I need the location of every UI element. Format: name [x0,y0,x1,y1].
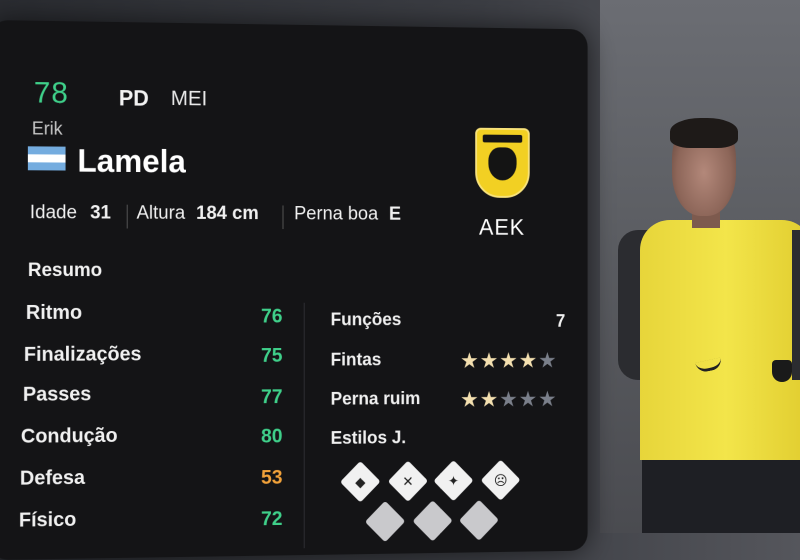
overall-rating: 78 [33,76,69,110]
stat-value: 76 [261,305,283,328]
alternate-position: MEI [170,87,208,111]
stat-label: Físico [18,508,77,532]
playstyle-glyph: ✕ [402,473,414,490]
weak-foot-label: Perna ruim [330,388,421,409]
player-hair [670,118,738,148]
stat-label: Condução [20,424,118,448]
foot-label: Perna boa [294,203,379,225]
age-value: 31 [90,202,111,224]
player-shirt [640,220,800,460]
player-info-panel: 78 PD MEI Erik Lamela Idade 31 Altura 18… [0,20,588,560]
star-filled-icon: ★ [479,387,500,412]
age-info: Idade 31 [30,202,111,224]
kit-brand-icon [695,357,723,374]
star-empty-icon: ★ [538,348,558,373]
column-divider [303,302,305,549]
height-value: 184 cm [196,203,259,225]
playstyles-label: Estilos J. [330,427,407,448]
playstyle-glyph: ☹ [493,472,508,489]
weak-foot-stars: ★★★★★ [460,387,557,413]
star-filled-icon: ★ [518,348,539,373]
nation-flag-icon [27,146,66,171]
foot-value: E [388,204,402,225]
star-filled-icon: ★ [499,348,519,373]
summary-title: Resumo [27,260,103,282]
player-first-name: Erik [31,118,63,139]
functions-value: 7 [555,311,566,331]
playstyle-7-icon[interactable] [458,499,499,541]
player-shorts [642,460,800,533]
stat-value: 77 [261,386,283,409]
stat-value: 53 [261,466,283,489]
playstyle-5-icon[interactable] [364,500,406,543]
eagle-icon [488,147,517,181]
info-divider [126,204,128,229]
stat-label: Defesa [19,467,85,490]
star-empty-icon: ★ [538,386,558,412]
stat-label: Ritmo [25,301,83,324]
player-sleeve [792,230,800,380]
aek-crest-icon [475,127,530,198]
playstyle-1-icon[interactable]: ◆ [340,461,381,503]
playstyle-3-icon[interactable]: ✦ [433,460,474,502]
stat-value: 72 [261,508,283,531]
star-empty-icon: ★ [518,386,539,412]
stat-value: 75 [261,345,283,367]
playstyle-glyph: ✦ [447,472,460,489]
crest-band [482,134,523,143]
star-empty-icon: ★ [499,386,519,412]
player-last-name: Lamela [77,142,186,180]
primary-position: PD [118,85,149,111]
height-info: Altura 184 cm [137,203,259,225]
foot-info: Perna boa E [294,204,401,226]
skill-moves-stars: ★★★★★ [460,348,557,374]
stat-label: Passes [22,383,92,406]
star-filled-icon: ★ [460,387,480,412]
shirt-crest-icon [772,360,792,382]
playstyle-4-icon[interactable]: ☹ [480,459,521,501]
star-filled-icon: ★ [479,348,500,373]
playstyle-2-icon[interactable]: ✕ [387,460,429,502]
functions-label: Funções [330,309,402,330]
skill-moves-label: Fintas [330,349,382,370]
stat-label: Finalizações [23,343,142,366]
height-label: Altura [136,202,186,224]
info-divider [282,205,284,230]
stat-value: 80 [261,425,283,448]
club-name: AEK [478,214,526,240]
star-filled-icon: ★ [460,348,480,373]
playstyle-glyph: ◆ [355,473,366,490]
playstyle-6-icon[interactable] [412,500,453,542]
player-model [612,118,800,533]
age-label: Idade [29,202,77,224]
